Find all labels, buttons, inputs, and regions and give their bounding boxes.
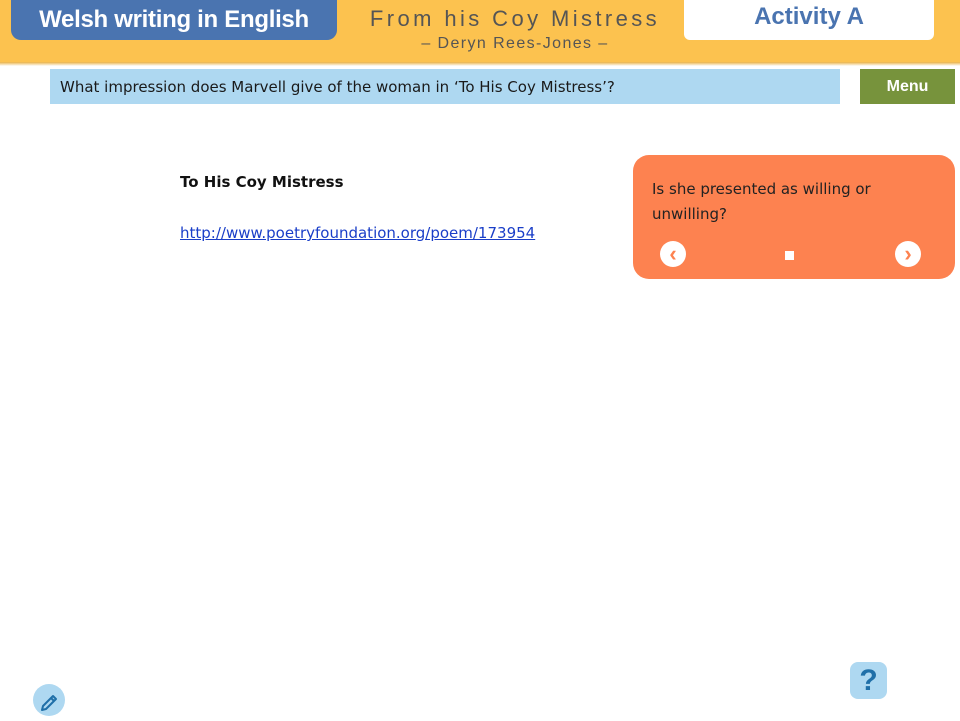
prompt-card: Is she presented as willing or unwilling… — [633, 155, 955, 279]
question-text: What impression does Marvell give of the… — [60, 77, 615, 96]
prev-button[interactable]: ‹ — [660, 241, 686, 267]
poem-heading: To His Coy Mistress — [180, 173, 344, 191]
poem-link[interactable]: http://www.poetryfoundation.org/poem/173… — [180, 224, 535, 242]
poem-title: From his Coy Mistress — [369, 6, 661, 31]
pencil-icon — [41, 695, 57, 711]
chevron-right-icon: › — [904, 241, 912, 266]
help-button[interactable]: ? — [850, 662, 887, 699]
page-indicator-dot — [785, 251, 794, 260]
banner-shadow — [0, 62, 960, 66]
poem-author: – Deryn Rees-Jones – — [421, 35, 609, 52]
activity-title: Activity A — [684, 0, 934, 40]
menu-button[interactable]: Menu — [860, 69, 955, 104]
prompt-text: Is she presented as willing or unwilling… — [652, 180, 871, 223]
brand-title: Welsh writing in English — [11, 0, 337, 40]
pencil-button[interactable] — [33, 684, 65, 716]
chevron-left-icon: ‹ — [669, 241, 677, 266]
next-button[interactable]: › — [895, 241, 921, 267]
question-bar: What impression does Marvell give of the… — [50, 69, 840, 104]
help-icon: ? — [859, 663, 878, 697]
